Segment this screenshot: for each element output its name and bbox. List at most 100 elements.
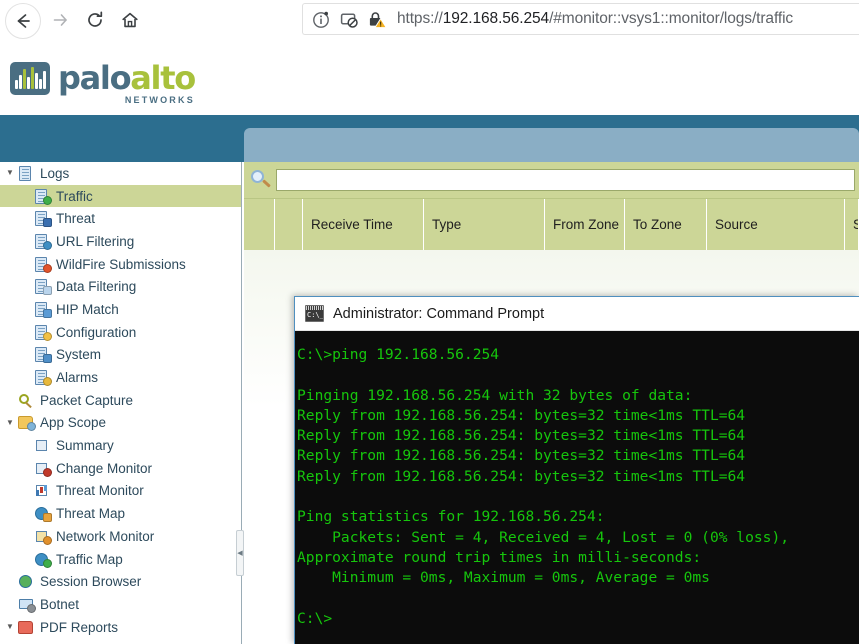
sidebar-item-botnet[interactable]: Botnet — [0, 593, 241, 616]
wordmark-alto: alto — [130, 59, 196, 97]
chevron-down-icon[interactable]: ▼ — [6, 169, 17, 177]
sidebar-item-traffic-map[interactable]: Traffic Map — [0, 548, 241, 571]
column-header-source[interactable]: Source — [707, 199, 845, 250]
arrow-right-icon — [53, 14, 67, 26]
configuration-log-icon — [34, 324, 52, 341]
sidebar-item-threat-monitor[interactable]: Threat Monitor — [0, 480, 241, 503]
sidebar-item-summary[interactable]: Summary — [0, 434, 241, 457]
url-host: 192.168.56.254 — [442, 10, 550, 27]
sidebar-item-label: Configuration — [56, 324, 137, 340]
sidebar-item-hip-match[interactable]: HIP Match — [0, 298, 241, 321]
sidebar-item-label: Traffic Map — [56, 551, 123, 567]
packet-capture-icon — [18, 393, 35, 408]
console-output: C:\>ping 192.168.56.254 Pinging 192.168.… — [297, 346, 790, 627]
log-filter-bar — [244, 162, 859, 198]
insecure-lock-warning-icon[interactable] — [368, 10, 387, 29]
sidebar-item-label: Alarms — [56, 370, 99, 386]
address-bar[interactable]: https://192.168.56.254/#monitor::vsys1::… — [302, 3, 859, 35]
sidebar-item-url-filtering[interactable]: URL Filtering — [0, 230, 241, 253]
logs-folder-icon — [18, 165, 35, 181]
log-filter-input[interactable] — [276, 169, 855, 191]
column-header-from-zone[interactable]: From Zone — [545, 199, 625, 250]
reload-icon — [88, 11, 103, 27]
data-filtering-log-icon — [34, 279, 52, 296]
session-browser-icon — [18, 574, 35, 589]
sidebar-item-system[interactable]: System — [0, 344, 241, 367]
content-panel-header — [244, 128, 859, 162]
change-monitor-icon — [34, 461, 52, 477]
chevron-down-icon[interactable]: ▼ — [6, 623, 17, 631]
sidebar-item-label: Threat Map — [56, 506, 126, 522]
cookie-blocked-icon[interactable] — [340, 10, 359, 29]
command-prompt-icon — [305, 305, 324, 322]
sidebar-item-pdf-reports[interactable]: ▼ PDF Reports — [0, 616, 241, 639]
column-header-blank[interactable] — [275, 199, 303, 250]
url-filtering-log-icon — [34, 233, 52, 250]
sidebar-item-label: Threat — [56, 211, 96, 227]
sidebar-item-label: Summary — [56, 438, 114, 454]
sidebar-item-label: Threat Monitor — [56, 483, 144, 499]
sidebar-item-wildfire-submissions[interactable]: WildFire Submissions — [0, 253, 241, 276]
column-header-receive-time[interactable]: Receive Time — [303, 199, 424, 250]
chevron-down-icon[interactable]: ▼ — [6, 418, 17, 427]
sidebar-item-label: WildFire Submissions — [56, 256, 186, 272]
sidebar-item-label: URL Filtering — [56, 233, 135, 249]
forward-button[interactable] — [43, 3, 77, 37]
sidebar-collapse-handle[interactable]: ◀ — [236, 530, 244, 576]
system-log-icon — [34, 347, 52, 364]
home-icon — [122, 12, 138, 28]
sidebar-item-threat[interactable]: Threat — [0, 207, 241, 230]
sidebar-item-label: Session Browser — [40, 574, 142, 590]
app-header: paloalto NETWORKS DashboardACCMonitorPol… — [0, 44, 859, 158]
magnifier-icon[interactable] — [249, 168, 273, 192]
network-monitor-icon — [34, 529, 52, 545]
sidebar-item-threat-map[interactable]: Threat Map — [0, 502, 241, 525]
reload-button[interactable] — [78, 3, 112, 37]
sidebar-item-app-scope[interactable]: ▼ App Scope — [0, 412, 241, 435]
paloalto-logo: paloalto NETWORKS — [10, 59, 196, 105]
threat-monitor-icon — [34, 483, 51, 498]
page-info-icon[interactable] — [312, 10, 331, 29]
back-button[interactable] — [5, 3, 41, 39]
hip-match-log-icon — [34, 301, 52, 318]
column-header-blank[interactable] — [244, 199, 275, 250]
traffic-log-icon — [34, 188, 52, 205]
sidebar-item-network-monitor[interactable]: Network Monitor — [0, 525, 241, 548]
sidebar-nav: ▼ Logs Traffic Threat URL Filtering WildFire … — [0, 162, 242, 644]
column-header-so[interactable]: So — [845, 199, 859, 250]
sidebar-item-label: PDF Reports — [40, 619, 119, 635]
command-prompt-titlebar[interactable]: Administrator: Command Prompt — [295, 297, 859, 331]
browser-chrome: https://192.168.56.254/#monitor::vsys1::… — [0, 0, 859, 45]
sidebar-item-packet-capture[interactable]: Packet Capture — [0, 389, 241, 412]
wildfire-log-icon — [34, 256, 52, 273]
traffic-map-icon — [34, 552, 52, 568]
pdf-reports-folder-icon — [18, 620, 35, 635]
sidebar-item-change-monitor[interactable]: Change Monitor — [0, 457, 241, 480]
sidebar-item-label: Network Monitor — [56, 528, 155, 544]
sidebar-item-alarms[interactable]: Alarms — [0, 366, 241, 389]
sidebar-item-session-browser[interactable]: Session Browser — [0, 570, 241, 593]
column-header-type[interactable]: Type — [424, 199, 545, 250]
url-path: /#monitor::vsys1::monitor/logs/traffic — [549, 10, 794, 27]
command-prompt-window[interactable]: Administrator: Command Prompt C:\>ping 1… — [294, 296, 859, 644]
arrow-left-icon — [17, 14, 30, 28]
command-prompt-console[interactable]: C:\>ping 192.168.56.254 Pinging 192.168.… — [295, 331, 859, 644]
summary-icon — [34, 438, 51, 453]
home-button[interactable] — [113, 3, 147, 37]
wordmark-palo: palo — [58, 59, 132, 97]
sidebar-item-data-filtering[interactable]: Data Filtering — [0, 275, 241, 298]
sidebar-item-traffic[interactable]: Traffic — [0, 184, 241, 208]
sidebar-item-label: System — [56, 347, 102, 363]
threat-map-icon — [34, 506, 52, 523]
log-table-header: Receive TimeTypeFrom ZoneTo ZoneSourceSo — [244, 198, 859, 250]
sidebar-item-logs[interactable]: ▼ Logs — [0, 162, 241, 185]
threat-log-icon — [34, 211, 52, 228]
sidebar-item-label: Traffic — [56, 188, 93, 204]
botnet-icon — [18, 597, 36, 613]
sidebar-item-label: Change Monitor — [56, 460, 153, 476]
column-header-to-zone[interactable]: To Zone — [625, 199, 707, 250]
sidebar-item-configuration[interactable]: Configuration — [0, 321, 241, 344]
url-scheme: https:// — [397, 10, 443, 27]
sidebar-item-label: Data Filtering — [56, 279, 137, 295]
url-text: https://192.168.56.254/#monitor::vsys1::… — [397, 10, 793, 28]
